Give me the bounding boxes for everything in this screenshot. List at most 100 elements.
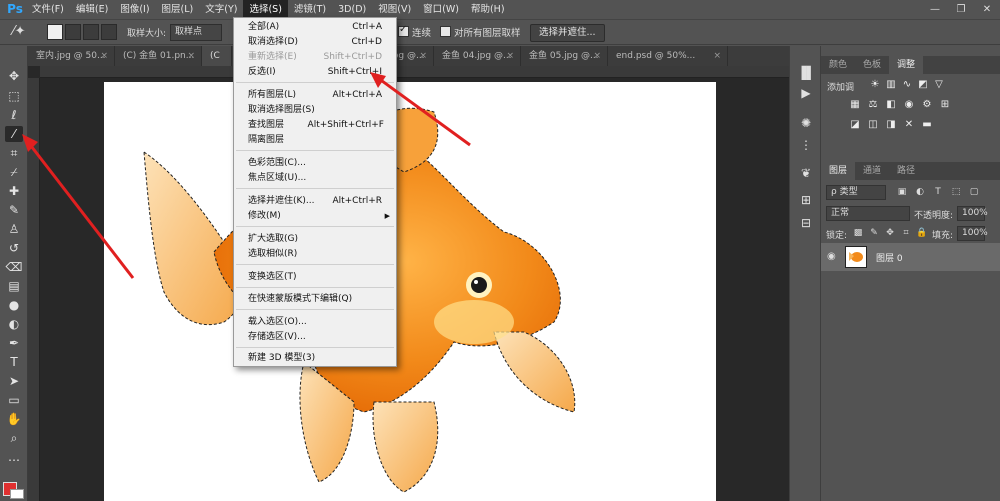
shape-tool-icon[interactable]: ▭ [5,392,23,408]
dodge-tool-icon[interactable]: ◐ [5,316,23,332]
minimize-button[interactable]: — [922,0,948,19]
restore-button[interactable]: ❐ [948,0,974,19]
hand-tool-icon[interactable]: ✋ [5,411,23,427]
tab-adjustments[interactable]: 调整 [889,56,924,74]
add-selection-button[interactable] [65,24,81,40]
zoom-tool-icon[interactable]: ⌕ [5,430,23,446]
menu-item-quick-mask[interactable]: 在快速蒙版模式下编辑(Q) [234,292,396,307]
menu-item-inverse[interactable]: 反选(I) Shift+Ctrl+I [234,65,396,80]
close-tab-icon[interactable]: × [506,46,514,66]
history-brush-tool-icon[interactable]: ↺ [5,240,23,256]
eye-icon[interactable]: ◉ [827,251,836,262]
posterize-icon[interactable]: ◫ [866,118,880,132]
menu-item-transform-selection[interactable]: 变换选区(T) [234,270,396,285]
threshold-icon[interactable]: ◨ [884,118,898,132]
menu-item-modify[interactable]: 修改(M) ▶ [234,209,396,224]
tab-channels[interactable]: 通道 [855,162,889,180]
lock-all-icon[interactable]: 🔒 [916,228,928,238]
brightness-icon[interactable]: ☀ [868,78,882,92]
menu-item-color-range[interactable]: 色彩范围(C)... [234,156,396,171]
select-and-mask-button[interactable]: 选择并遮住... [530,24,605,42]
sample-all-layers-checkbox[interactable] [440,26,451,37]
type-filter-icon[interactable]: T [932,187,944,197]
type-tool-icon[interactable]: T [5,354,23,370]
tab-swatches[interactable]: 色板 [855,56,889,74]
color-lookup-icon[interactable]: ⊞ [938,98,952,112]
marquee-tool-icon[interactable]: ⬚ [5,88,23,104]
menu-layer[interactable]: 图层(L) [156,0,200,19]
channel-mixer-icon[interactable]: ⚙ [920,98,934,112]
black-white-icon[interactable]: ◧ [884,98,898,112]
menu-item-similar[interactable]: 选取相似(R) [234,247,396,262]
menu-item-focus-area[interactable]: 焦点区域(U)... [234,171,396,186]
menu-item-new-3d-extrusion[interactable]: 新建 3D 模型(3) [234,351,396,366]
blend-mode-select[interactable]: 正常 [826,206,910,221]
levels-icon[interactable]: ▥ [884,78,898,92]
lock-position-icon[interactable]: ✥ [884,228,896,238]
menu-item-grow[interactable]: 扩大选取(G) [234,232,396,247]
clone-source-panel-icon[interactable]: ⊟ [797,214,815,232]
layer-kind-filter[interactable]: ρ 类型 [826,185,886,200]
exposure-icon[interactable]: ◩ [916,78,930,92]
close-tab-icon[interactable]: × [100,46,108,66]
sample-size-select[interactable]: 取样点 [170,23,223,41]
menu-item-save-selection[interactable]: 存储选区(V)... [234,330,396,345]
layer-name[interactable]: 图层 0 [876,251,903,264]
menu-item-select-all[interactable]: 全部(A) Ctrl+A [234,20,396,35]
menu-item-load-selection[interactable]: 载入选区(O)... [234,315,396,330]
curves-icon[interactable]: ∿ [900,78,914,92]
move-tool-icon[interactable]: ✥ [5,68,23,84]
menu-item-find-layers[interactable]: 查找图层 Alt+Shift+Ctrl+F [234,118,396,133]
vibrance-icon[interactable]: ▽ [932,78,946,92]
close-tab-icon[interactable]: × [419,46,427,66]
menu-item-deselect[interactable]: 取消选择(D) Ctrl+D [234,35,396,50]
brush-tool-icon[interactable]: ✎ [5,202,23,218]
menu-item-isolate-layers[interactable]: 隔离图层 [234,133,396,148]
magic-wand-tool-icon[interactable]: ⁄ [5,126,23,142]
menu-item-all-layers[interactable]: 所有图层(L) Alt+Ctrl+A [234,88,396,103]
opacity-input[interactable]: 100% [957,206,988,221]
more-tools-icon[interactable]: … [5,449,23,465]
invert-icon[interactable]: ◪ [848,118,862,132]
shape-filter-icon[interactable]: ⬚ [950,187,962,197]
intersect-selection-button[interactable] [101,24,117,40]
menu-image[interactable]: 图像(I) [114,0,155,19]
tab-layers[interactable]: 图层 [821,162,856,180]
close-tab-icon[interactable]: × [593,46,601,66]
tab-document[interactable]: (C [202,46,232,66]
tab-paths[interactable]: 路径 [889,162,923,180]
close-button[interactable]: ✕ [974,0,1000,19]
close-tab-icon[interactable]: × [713,46,721,66]
lock-pixels-icon[interactable]: ✎ [868,228,880,238]
background-color-swatch[interactable] [10,489,24,499]
selective-color-icon[interactable]: ✕ [902,118,916,132]
fill-input[interactable]: 100% [957,226,988,241]
menu-file[interactable]: 文件(F) [26,0,70,19]
pen-tool-icon[interactable]: ✒ [5,335,23,351]
crop-tool-icon[interactable]: ⌗ [5,145,23,161]
close-tab-icon[interactable]: × [187,46,195,66]
gradient-map-icon[interactable]: ▬ [920,118,934,132]
photo-filter-icon[interactable]: ◉ [902,98,916,112]
blur-tool-icon[interactable]: ● [5,297,23,313]
eraser-tool-icon[interactable]: ⌫ [5,259,23,275]
hue-saturation-icon[interactable]: ▦ [848,98,862,112]
subtract-selection-button[interactable] [83,24,99,40]
lock-artboard-icon[interactable]: ⌗ [900,228,912,238]
glyphs-panel-icon[interactable]: ⊞ [797,191,815,209]
properties-panel-icon[interactable]: ⋮ [797,136,815,154]
tab-color[interactable]: 颜色 [821,56,855,74]
lasso-tool-icon[interactable]: ℓ [5,107,23,123]
tab-document[interactable]: 金鱼 05.jpg @... × [521,46,608,66]
path-selection-tool-icon[interactable]: ➤ [5,373,23,389]
menu-item-deselect-layers[interactable]: 取消选择图层(S) [234,103,396,118]
color-balance-icon[interactable]: ⚖ [866,98,880,112]
tab-document[interactable]: 室内.jpg @ 50... × [28,46,115,66]
menu-help[interactable]: 帮助(H) [465,0,511,19]
healing-brush-tool-icon[interactable]: ✚ [5,183,23,199]
history-panel-icon[interactable]: ▐▌ [797,64,815,82]
actions-panel-icon[interactable]: ▶ [797,84,815,102]
smart-object-filter-icon[interactable]: ▢ [968,187,980,197]
new-selection-button[interactable] [47,24,63,40]
tab-document[interactable]: 金鱼 04.jpg @... × [434,46,521,66]
